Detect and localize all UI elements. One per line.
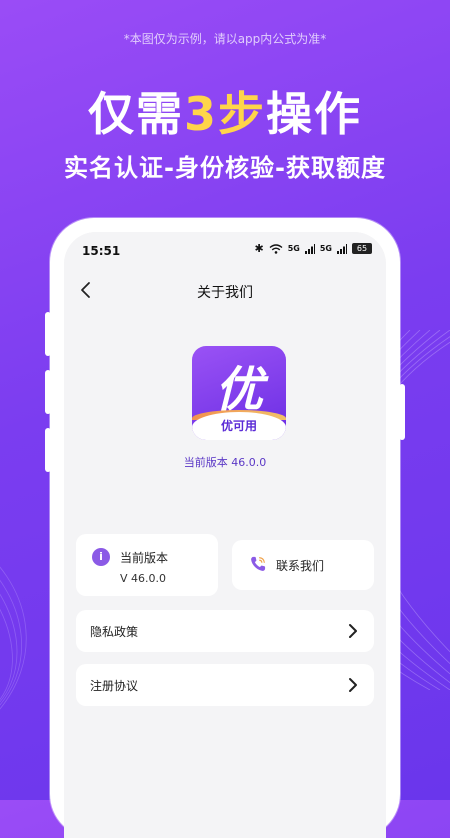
contact-us-label: 联系我们 bbox=[276, 559, 325, 573]
row-label: 注册协议 bbox=[90, 679, 139, 693]
current-version-label: 当前版本 bbox=[120, 551, 169, 565]
promo-headline: 仅需3步操作 bbox=[0, 78, 450, 144]
version-caption: 当前版本 46.0.0 bbox=[183, 456, 267, 469]
row-label: 隐私政策 bbox=[90, 625, 139, 639]
app-logo: 优 优可用 bbox=[192, 346, 286, 440]
current-version-value: V 46.0.0 bbox=[120, 572, 167, 585]
info-icon: i bbox=[92, 548, 110, 566]
phone-frame: 15:51 ✱ 5G 5G 65 关于我们 优 优可用 当前版本 46.0.0 … bbox=[50, 218, 400, 838]
bluetooth-icon: ✱ bbox=[254, 242, 264, 255]
signal-label-1: 5G bbox=[287, 244, 300, 253]
registration-agreement-row[interactable]: 注册协议 bbox=[76, 664, 374, 706]
signal-label-2: 5G bbox=[319, 244, 332, 253]
chevron-right-icon bbox=[349, 624, 357, 638]
privacy-policy-row[interactable]: 隐私政策 bbox=[76, 610, 374, 652]
headline-highlight: 3步 bbox=[183, 87, 266, 141]
headline-after: 操作 bbox=[266, 87, 362, 141]
signal-bars-icon bbox=[304, 243, 315, 254]
contact-us-card[interactable]: 联系我们 bbox=[232, 540, 374, 590]
battery-indicator: 65 bbox=[352, 243, 372, 254]
status-time: 15:51 bbox=[82, 244, 121, 258]
current-version-card: i 当前版本 V 46.0.0 bbox=[76, 534, 218, 596]
status-bar: 15:51 ✱ 5G 5G 65 bbox=[64, 232, 386, 270]
wifi-icon bbox=[269, 243, 283, 254]
nav-bar: 关于我们 bbox=[64, 270, 386, 314]
disclaimer-text: *本图仅为示例，请以app内公式为准* bbox=[123, 32, 327, 46]
chevron-right-icon bbox=[349, 678, 357, 692]
phone-screen: 15:51 ✱ 5G 5G 65 关于我们 优 优可用 当前版本 46.0.0 … bbox=[64, 232, 386, 838]
phone-icon bbox=[251, 556, 266, 571]
status-icons: ✱ 5G 5G 65 bbox=[254, 242, 372, 255]
signal-bars-icon bbox=[337, 243, 347, 254]
logo-app-name: 优可用 bbox=[220, 419, 257, 433]
page-title: 关于我们 bbox=[197, 285, 253, 301]
headline-before: 仅需 bbox=[87, 87, 184, 141]
promo-subhead: 实名认证-身份核验-获取额度 bbox=[64, 154, 386, 182]
